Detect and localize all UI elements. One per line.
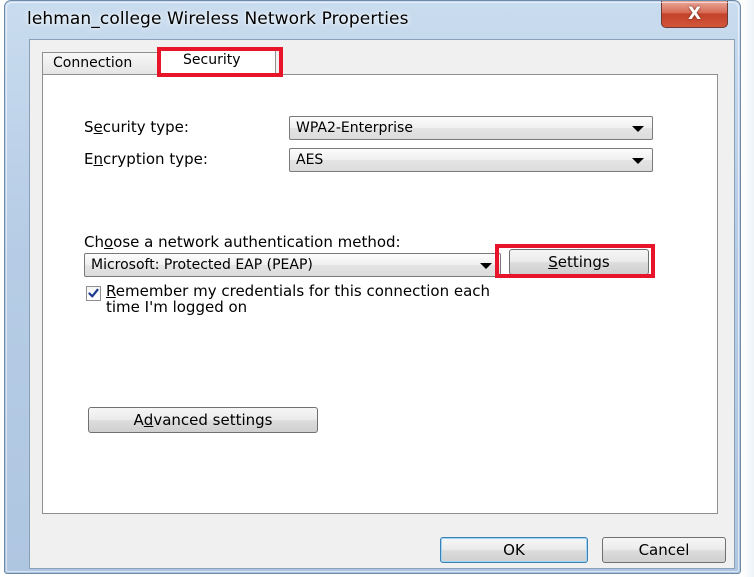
title-bar[interactable]: lehman_college Wireless Network Properti… — [5, 1, 740, 39]
tab-connection[interactable]: Connection — [42, 52, 164, 74]
advanced-settings-button[interactable]: Ad vanced settings — [88, 407, 318, 433]
screenshot-stage: lehman_college Wireless Network Properti… — [0, 0, 754, 577]
tab-connection-label: Connection — [53, 55, 133, 71]
encryption-type-value: AES — [296, 152, 324, 168]
ok-button[interactable]: OK — [440, 537, 588, 563]
chevron-down-icon — [480, 263, 492, 269]
remember-credentials-line2: time I'm logged on — [106, 298, 248, 316]
checkmark-icon — [88, 288, 99, 298]
remember-credentials-checkbox[interactable] — [86, 286, 101, 301]
auth-method-label: Choose a network authentication method: — [84, 233, 401, 251]
tab-security[interactable]: Security — [158, 48, 276, 75]
settings-button[interactable]: Settings — [509, 249, 649, 275]
dialog-client-area: Connection Security Security type: WPA2-… — [29, 39, 735, 569]
auth-method-dropdown[interactable]: Microsoft: Protected EAP (PEAP) — [84, 253, 501, 277]
security-tab-page: Security type: WPA2-Enterprise Encryptio… — [42, 74, 718, 514]
close-icon: X — [687, 4, 702, 24]
window-title: lehman_college Wireless Network Properti… — [27, 9, 409, 29]
close-button[interactable]: X — [661, 1, 728, 28]
tab-security-label: Security — [183, 52, 241, 68]
encryption-type-dropdown[interactable]: AES — [289, 148, 653, 172]
security-type-value: WPA2-Enterprise — [296, 120, 413, 136]
chevron-down-icon — [632, 158, 644, 164]
security-type-label: Security type: — [84, 118, 189, 136]
cancel-button[interactable]: Cancel — [602, 537, 726, 563]
security-type-dropdown[interactable]: WPA2-Enterprise — [289, 116, 653, 140]
background-edge — [742, 0, 754, 577]
remember-credentials-label[interactable]: Remember my credentials for this connect… — [106, 283, 490, 315]
encryption-type-label: Encryption type: — [84, 150, 208, 168]
chevron-down-icon — [632, 126, 644, 132]
dialog-window: lehman_college Wireless Network Properti… — [4, 0, 741, 574]
auth-method-value: Microsoft: Protected EAP (PEAP) — [91, 257, 313, 273]
